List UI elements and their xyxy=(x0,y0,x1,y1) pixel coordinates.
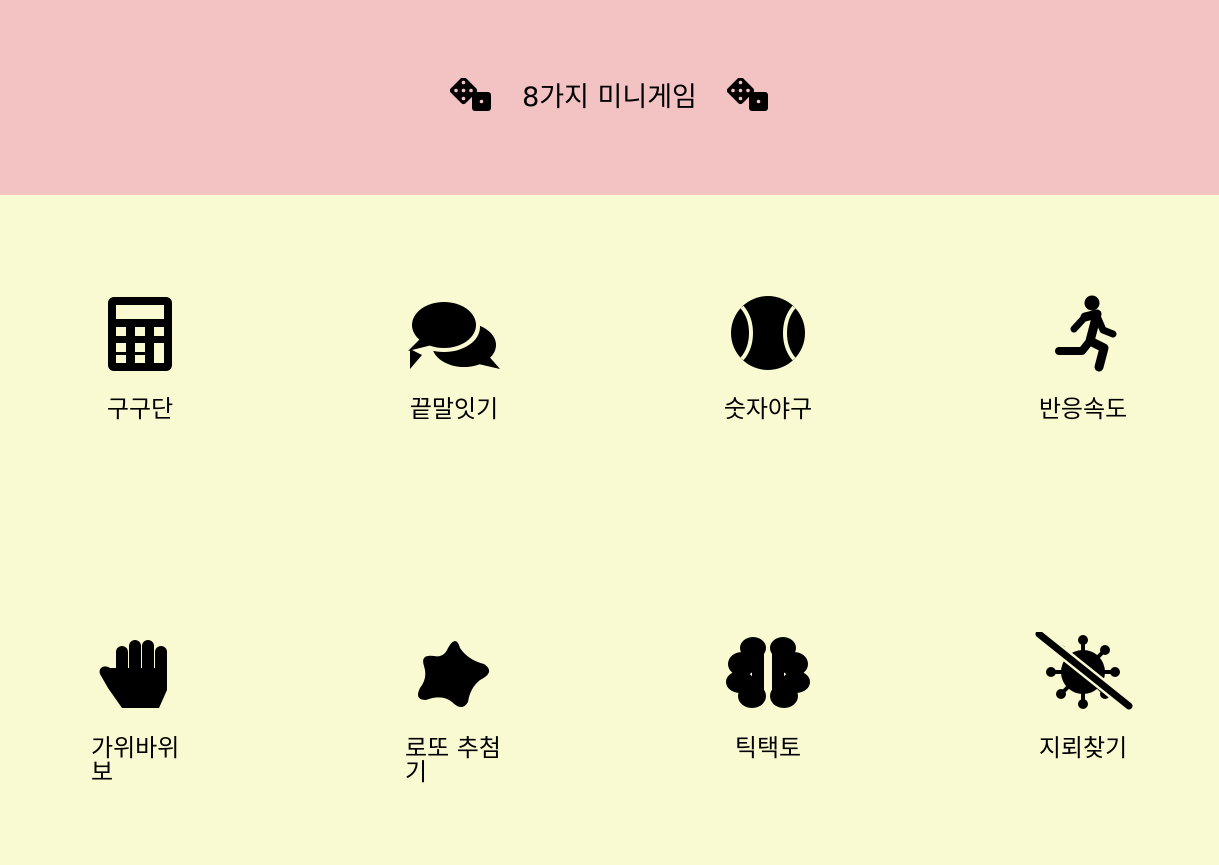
star-icon xyxy=(418,641,490,707)
brain-icon xyxy=(726,637,810,708)
game-label: 로또 추첨기 xyxy=(405,734,501,786)
game-number-baseball[interactable]: 숫자야구 xyxy=(698,293,838,421)
running-person-icon xyxy=(1055,295,1117,372)
game-label: 반응속도 xyxy=(1038,395,1128,423)
virus-slash-icon xyxy=(1035,632,1133,711)
game-tic-tac-toe[interactable]: 틱택토 xyxy=(698,632,838,760)
dice-icon xyxy=(726,77,768,111)
dice-icon xyxy=(450,77,492,111)
game-label: 틱택토 xyxy=(734,734,802,762)
comments-icon xyxy=(408,302,500,369)
game-label: 지뢰찾기 xyxy=(1038,734,1128,762)
game-lotto[interactable]: 로또 추첨기 xyxy=(384,632,524,784)
game-grid: 구구단 끝말잇기 숫자야구 반응속도 가위바위보 로또 추첨기 틱택토 지뢰찾기 xyxy=(0,195,1219,865)
game-gugudan[interactable]: 구구단 xyxy=(70,293,210,421)
page-title: 8가지 미니게임 xyxy=(522,82,697,113)
game-label: 가위바위보 xyxy=(91,734,180,786)
hand-icon xyxy=(99,640,167,708)
page-header: 8가지 미니게임 xyxy=(0,0,1219,195)
calculator-icon xyxy=(108,297,172,371)
game-label: 끝말잇기 xyxy=(409,395,499,423)
game-word-chain[interactable]: 끝말잇기 xyxy=(384,293,524,421)
game-minesweeper[interactable]: 지뢰찾기 xyxy=(1013,632,1153,760)
game-reaction-speed[interactable]: 반응속도 xyxy=(1013,293,1153,421)
game-label: 구구단 xyxy=(106,395,174,423)
game-rock-paper-scissors[interactable]: 가위바위보 xyxy=(70,632,210,784)
game-label: 숫자야구 xyxy=(723,395,813,423)
baseball-icon xyxy=(731,296,805,370)
